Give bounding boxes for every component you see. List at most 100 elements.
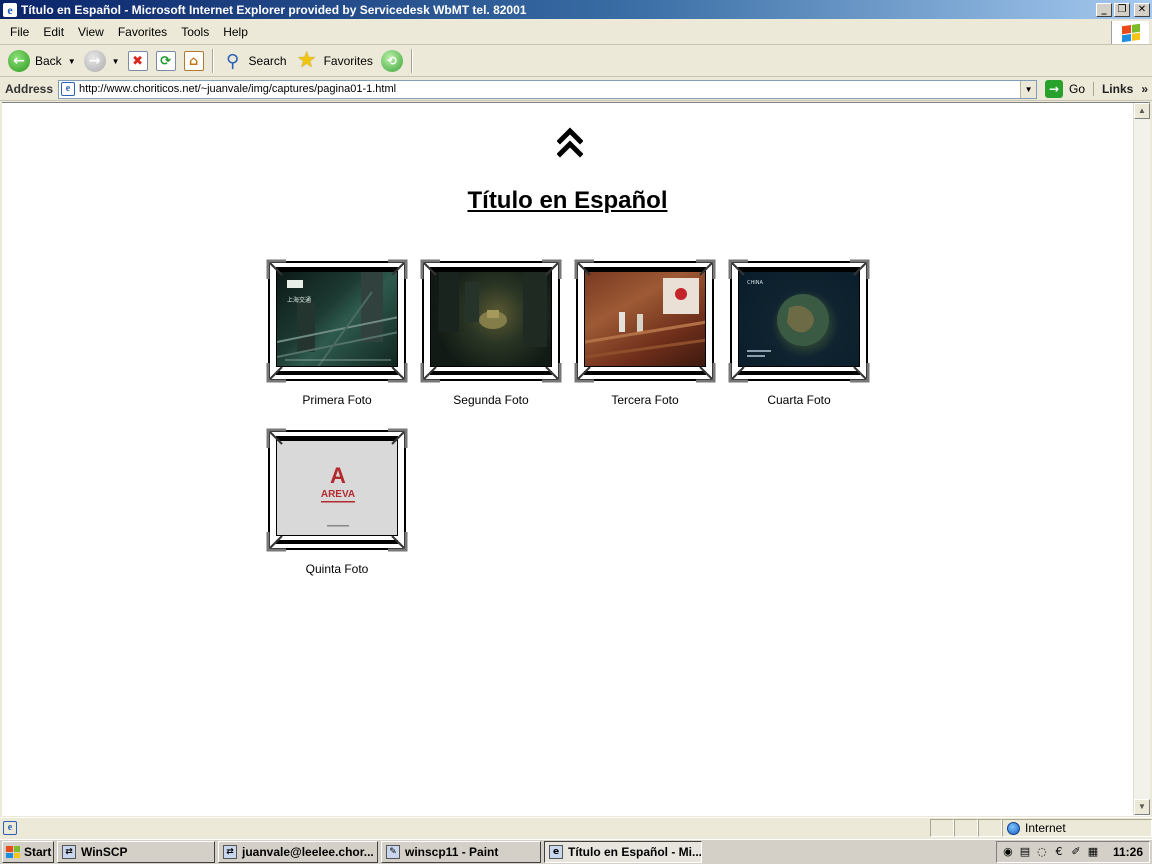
toolbar-separator (410, 49, 413, 73)
monitor-icon[interactable]: ▤ (1018, 845, 1032, 859)
frame-corner-icon (574, 259, 594, 279)
address-dropdown-icon[interactable]: ▼ (1020, 80, 1037, 98)
home-button[interactable]: ⌂ (180, 48, 208, 74)
refresh-button[interactable]: ⟳ (152, 48, 180, 74)
pencil-icon[interactable]: ✐ (1069, 845, 1083, 859)
forward-dropdown-icon[interactable]: ▼ (112, 57, 120, 66)
refresh-icon: ⟳ (155, 51, 176, 71)
scroll-down-icon[interactable]: ▼ (1134, 799, 1150, 815)
web-page: Título en Español 上海交通 Primera Foto Segu… (2, 103, 1133, 815)
frame-bar (276, 540, 398, 544)
history-icon: ⟲ (380, 50, 403, 72)
frame-corner-icon (266, 363, 286, 383)
areva-logo-text: AREVA (321, 489, 355, 500)
task-paint[interactable]: ✎ winscp11 - Paint (381, 841, 541, 863)
close-button[interactable]: ✕ (1134, 2, 1150, 17)
menu-edit[interactable]: Edit (36, 23, 71, 41)
frame-corner-icon (574, 363, 594, 383)
photo-frame[interactable] (420, 259, 562, 383)
task-label: juanvale@leelee.chor... (242, 845, 374, 859)
address-field[interactable]: e ▼ (58, 79, 1038, 99)
thumbnail-caption[interactable]: Primera Foto (268, 393, 406, 407)
vertical-scrollbar[interactable]: ▲ ▼ (1133, 103, 1150, 815)
thumbnail-5[interactable]: A AREVA Quinta Foto (266, 428, 408, 576)
photo-frame[interactable] (574, 259, 716, 383)
history-button[interactable]: ⟲ (377, 48, 407, 74)
thumbnail-caption[interactable]: Tercera Foto (576, 393, 714, 407)
task-label: WinSCP (81, 845, 128, 859)
photo-frame[interactable]: 上海交通 (266, 259, 408, 383)
start-button[interactable]: Start (2, 841, 54, 863)
address-label: Address (5, 82, 54, 96)
links-label: Links (1101, 82, 1134, 96)
euro-icon[interactable]: € (1052, 845, 1066, 859)
mouse-icon[interactable]: ◌ (1035, 845, 1049, 859)
links-chevron-icon[interactable]: » (1141, 82, 1148, 96)
frame-corner-icon (388, 428, 408, 448)
search-button[interactable]: ⚲ Search (218, 48, 291, 74)
photo-frame[interactable]: A AREVA (266, 428, 408, 552)
thumbnail-3[interactable]: Tercera Foto (574, 259, 716, 407)
thumbnail-caption[interactable]: Segunda Foto (422, 393, 560, 407)
photo-4-scene: CHINA (747, 280, 829, 357)
task-winscp[interactable]: ⇄ WinSCP (57, 841, 215, 863)
photo-frame[interactable]: CHINA (728, 259, 870, 383)
thumbnail-4[interactable]: CHINA Cuarta Foto (728, 259, 870, 407)
network-icon[interactable]: ◉ (1001, 845, 1015, 859)
photo-image[interactable]: 上海交通 (276, 271, 398, 367)
task-label: Título en Español - Mi... (568, 845, 702, 859)
menu-help[interactable]: Help (216, 23, 255, 41)
menu-file[interactable]: File (3, 23, 36, 41)
menu-view[interactable]: View (71, 23, 111, 41)
terminal-icon: ⇄ (223, 845, 237, 859)
links-button[interactable]: Links » (1092, 82, 1148, 96)
thumbnail-caption[interactable]: Cuarta Foto (730, 393, 868, 407)
search-icon: ⚲ (225, 50, 240, 72)
printer-icon[interactable]: ▦ (1086, 845, 1100, 859)
forward-button[interactable]: → ▼ (80, 48, 124, 74)
clock[interactable]: 11:26 (1113, 845, 1143, 859)
search-label: Search (248, 54, 287, 68)
back-button[interactable]: ← Back ▼ (4, 48, 80, 74)
photo-image[interactable] (584, 271, 706, 367)
frame-corner-icon (266, 532, 286, 552)
photo-3-scene (585, 278, 705, 359)
scroll-up-icon[interactable]: ▲ (1134, 103, 1150, 119)
go-button[interactable]: → Go (1045, 80, 1085, 98)
back-dropdown-icon[interactable]: ▼ (68, 57, 76, 66)
paint-icon: ✎ (386, 845, 400, 859)
frame-corner-icon (728, 363, 748, 383)
photo-image[interactable]: CHINA (738, 271, 860, 367)
stop-button[interactable]: ✖ (124, 48, 152, 74)
internet-globe-icon (1007, 821, 1020, 835)
thumbnail-1[interactable]: 上海交通 Primera Foto (266, 259, 408, 407)
thumbnail-2[interactable]: Segunda Foto (420, 259, 562, 407)
security-zone[interactable]: Internet (1002, 819, 1152, 837)
address-input[interactable] (79, 83, 1010, 95)
frame-corner-icon (542, 259, 562, 279)
favorites-button[interactable]: ★ Favorites (291, 48, 377, 74)
menu-tools[interactable]: Tools (174, 23, 216, 41)
up-chevron-icon[interactable] (557, 125, 583, 159)
home-icon: ⌂ (183, 51, 204, 71)
window-titlebar[interactable]: e Título en Español - Microsoft Internet… (0, 0, 1152, 19)
minimize-button[interactable]: _ (1096, 2, 1112, 17)
standard-toolbar: ← Back ▼ → ▼ ✖ ⟳ ⌂ ⚲ Search ★ Favorites … (0, 46, 1152, 77)
photo-image[interactable] (430, 271, 552, 367)
frame-corner-icon (850, 363, 870, 383)
photo-image[interactable]: A AREVA (276, 440, 398, 536)
menu-favorites[interactable]: Favorites (111, 23, 174, 41)
restore-button[interactable]: ❐ (1114, 2, 1130, 17)
thumbnail-caption[interactable]: Quinta Foto (268, 562, 406, 576)
status-bar: e Internet (0, 817, 1152, 838)
frame-corner-icon (696, 363, 716, 383)
task-ie[interactable]: e Título en Español - Mi... (544, 841, 702, 863)
frame-corner-icon (420, 259, 440, 279)
task-terminal[interactable]: ⇄ juanvale@leelee.chor... (218, 841, 378, 863)
status-panel (978, 819, 1002, 837)
page-title: Título en Español (2, 187, 1133, 215)
photo-1-scene: 上海交通 (277, 272, 397, 366)
frame-bar (738, 371, 860, 375)
ie-task-icon: e (549, 845, 563, 859)
go-arrow-icon: → (1045, 80, 1064, 98)
